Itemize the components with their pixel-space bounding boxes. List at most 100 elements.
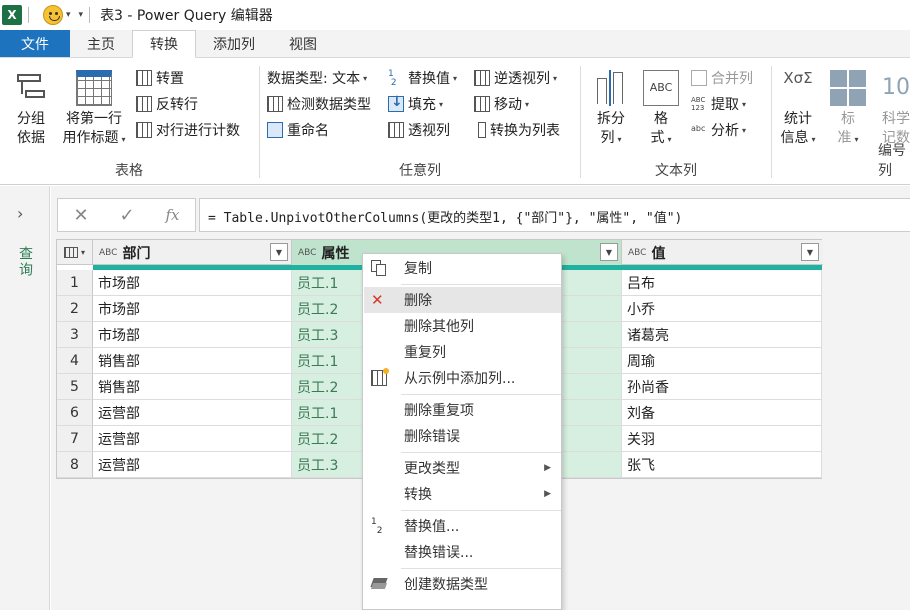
transpose-button[interactable]: 转置	[136, 66, 184, 90]
menu-item-label: 重复列	[404, 345, 446, 361]
text-type-icon[interactable]: ABC	[628, 248, 646, 257]
confirm-icon[interactable]: ✓	[119, 205, 134, 226]
row-number[interactable]: 2	[57, 296, 93, 322]
convert-to-list-button[interactable]: 转换为列表	[474, 118, 560, 142]
cell-dept[interactable]: 市场部	[93, 322, 292, 348]
parse-button[interactable]: abc 分析 ▾	[691, 118, 746, 142]
replace-values-icon: 1 2	[371, 517, 383, 536]
queries-label[interactable]: 查询	[15, 246, 35, 278]
move-button[interactable]: 移动 ▾	[474, 92, 529, 116]
data-type-dropdown[interactable]: 数据类型: 文本 ▾	[267, 66, 367, 90]
split-column-button[interactable]: 拆分 列 ▾	[591, 70, 631, 149]
number-column-group-label: 编号列	[878, 143, 906, 179]
text-type-icon[interactable]: ABC	[99, 248, 117, 257]
formula-buttons: ✕ ✓ fx	[57, 198, 196, 232]
row-number[interactable]: 4	[57, 348, 93, 374]
format-text: 式	[650, 130, 665, 146]
menu-item-replace-errors[interactable]: 替换错误...	[364, 539, 561, 565]
separator	[401, 510, 561, 511]
dropdown-arrow-icon: ▾	[80, 248, 85, 257]
cell-dept[interactable]: 运营部	[93, 400, 292, 426]
separator	[401, 284, 561, 285]
smiley-feedback-icon[interactable]	[43, 5, 63, 25]
row-number[interactable]: 7	[57, 426, 93, 452]
merge-columns-button[interactable]: 合并列	[691, 66, 753, 90]
column-header-value[interactable]: ABC 值 ▼	[622, 240, 822, 265]
rename-button[interactable]: 重命名	[267, 118, 329, 142]
cell-value[interactable]: 孙尚香	[622, 374, 822, 400]
row-number[interactable]: 5	[57, 374, 93, 400]
menu-item-label: 删除其他列	[404, 319, 474, 335]
detect-data-type-button[interactable]: 检测数据类型	[267, 92, 371, 116]
cell-value[interactable]: 刘备	[622, 400, 822, 426]
group-by-button[interactable]: 分组 依据	[8, 70, 54, 148]
standard-button[interactable]: 标 准 ▾	[828, 70, 868, 149]
first-row-header-label-2: 用作标题 ▾	[62, 129, 125, 149]
menu-item-remove-duplicates[interactable]: 删除重复项	[364, 397, 561, 423]
parse-label: 分析	[711, 123, 739, 139]
menu-item-replace-values[interactable]: 1 2 替换值...	[364, 513, 561, 539]
menu-item-delete-other-columns[interactable]: 删除其他列	[364, 313, 561, 339]
pivot-column-button[interactable]: 透视列	[388, 118, 450, 142]
customize-toolbar-icon[interactable]: ▾	[79, 10, 84, 20]
formula-input[interactable]: = Table.UnpivotOtherColumns(更改的类型1, {"部门…	[199, 198, 910, 232]
table-menu-button[interactable]: ▾	[57, 240, 93, 265]
cell-dept[interactable]: 运营部	[93, 452, 292, 478]
statistics-button[interactable]: XσΣ 统计 信息 ▾	[776, 70, 820, 149]
menu-item-copy[interactable]: 复制	[364, 255, 561, 281]
tab-view[interactable]: 视图	[272, 30, 334, 57]
cell-value[interactable]: 小乔	[622, 296, 822, 322]
cell-dept[interactable]: 市场部	[93, 296, 292, 322]
cell-value[interactable]: 吕布	[622, 270, 822, 296]
filter-dropdown-icon[interactable]: ▼	[270, 243, 288, 261]
standard-text: 准	[837, 130, 852, 146]
fill-button[interactable]: 填充▾	[388, 92, 443, 116]
tab-transform[interactable]: 转换	[132, 30, 196, 58]
extract-button[interactable]: ABC 123 提取 ▾	[691, 92, 746, 116]
menu-item-label: 删除错误	[404, 429, 460, 445]
menu-item-duplicate-column[interactable]: 重复列	[364, 339, 561, 365]
cell-value[interactable]: 张飞	[622, 452, 822, 478]
window-title: 表3 - Power Query 编辑器	[100, 8, 273, 24]
cell-dept[interactable]: 市场部	[93, 270, 292, 296]
cell-dept[interactable]: 销售部	[93, 348, 292, 374]
tab-add-column[interactable]: 添加列	[196, 30, 272, 57]
replace-values-button[interactable]: 1 2 替换值 ▾	[388, 66, 457, 90]
first-row-header-button[interactable]: 将第一行 用作标题 ▾	[58, 70, 130, 149]
cancel-icon[interactable]: ✕	[73, 205, 88, 226]
scientific-button[interactable]: 10 科学 记数	[876, 70, 910, 148]
format-button[interactable]: ABC 格 式 ▾	[641, 70, 681, 149]
separator	[401, 568, 561, 569]
count-rows-button[interactable]: 对行进行计数	[136, 118, 240, 142]
text-type-icon[interactable]: ABC	[298, 248, 316, 257]
column-header-dept[interactable]: ABC 部门 ▼	[93, 240, 292, 265]
cell-value[interactable]: 关羽	[622, 426, 822, 452]
menu-item-delete[interactable]: ✕ 删除	[364, 287, 561, 313]
cell-dept[interactable]: 运营部	[93, 426, 292, 452]
row-number[interactable]: 3	[57, 322, 93, 348]
filter-dropdown-icon[interactable]: ▼	[600, 243, 618, 261]
row-number[interactable]: 1	[57, 270, 93, 296]
fx-icon[interactable]: fx	[165, 206, 179, 224]
dropdown-arrow-icon[interactable]: ▾	[66, 10, 71, 20]
tab-home[interactable]: 主页	[70, 30, 132, 57]
standard-label-1: 标	[841, 111, 855, 127]
cell-value[interactable]: 周瑜	[622, 348, 822, 374]
menu-item-transform[interactable]: 转换 ▶	[364, 481, 561, 507]
menu-item-create-data-type[interactable]: 创建数据类型	[364, 571, 561, 597]
expand-chevron-icon[interactable]: ›	[17, 204, 23, 223]
reverse-rows-button[interactable]: 反转行	[136, 92, 198, 116]
row-number[interactable]: 6	[57, 400, 93, 426]
split-column-icon	[593, 70, 629, 106]
menu-item-change-type[interactable]: 更改类型 ▶	[364, 455, 561, 481]
add-column-example-icon	[371, 368, 389, 386]
cell-dept[interactable]: 销售部	[93, 374, 292, 400]
unpivot-columns-button[interactable]: 逆透视列 ▾	[474, 66, 557, 90]
transpose-icon	[136, 70, 152, 86]
menu-item-remove-errors[interactable]: 删除错误	[364, 423, 561, 449]
menu-item-add-column-from-examples[interactable]: 从示例中添加列...	[364, 365, 561, 391]
row-number[interactable]: 8	[57, 452, 93, 478]
filter-dropdown-icon[interactable]: ▼	[801, 243, 819, 261]
cell-value[interactable]: 诸葛亮	[622, 322, 822, 348]
tab-file[interactable]: 文件	[0, 30, 70, 57]
